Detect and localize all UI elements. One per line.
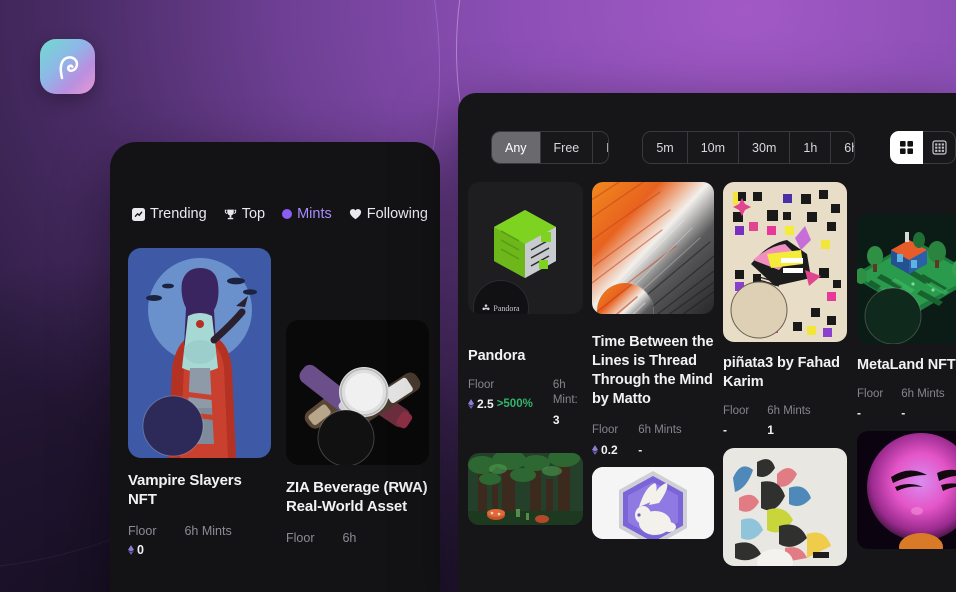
floor-label: Floor bbox=[128, 524, 157, 539]
mint-card-title: Time Between the Lines is Thread Through… bbox=[592, 334, 714, 407]
heart-icon bbox=[349, 208, 362, 220]
pandora-badge-label: Pandora bbox=[493, 303, 520, 313]
time-filter-6h[interactable]: 6h bbox=[831, 132, 855, 163]
phone-tab-top[interactable]: Top bbox=[224, 206, 265, 222]
pink-face-art[interactable] bbox=[857, 431, 956, 550]
pandora-glyph-icon bbox=[59, 55, 78, 79]
mint-card-grid: Pandora Pandora Floor 2.5 >500% 6h Mint:… bbox=[458, 182, 956, 567]
phone-tab-bar: Trending Top Mints Following bbox=[110, 142, 440, 222]
phone-tab-trending[interactable]: Trending bbox=[132, 206, 207, 222]
floor-change: >500% bbox=[496, 398, 533, 411]
pandora-green-cube-art: Pandora bbox=[468, 182, 583, 314]
phone-card-title: Vampire Slayers NFT bbox=[128, 472, 242, 509]
orange-streak-art bbox=[592, 182, 714, 314]
phone-tab-following[interactable]: Following bbox=[349, 206, 428, 222]
dot-icon bbox=[282, 209, 293, 219]
pixel-forest-art[interactable] bbox=[468, 452, 583, 525]
floor-value: 2.5 >500% bbox=[468, 397, 533, 411]
grid-dense-icon[interactable] bbox=[923, 131, 956, 164]
floor-label: Floor bbox=[857, 387, 884, 400]
mints-value: - bbox=[638, 442, 643, 457]
mint-card-pinata3[interactable]: piñata3 by Fahad Karim Floor - 6h Mints … bbox=[723, 182, 847, 567]
trending-chart-icon bbox=[132, 207, 145, 221]
metaland-isometric-art bbox=[857, 214, 956, 344]
time-filter-5m[interactable]: 5m bbox=[643, 132, 688, 163]
time-filter-1h[interactable]: 1h bbox=[790, 132, 832, 163]
mints-label: 6h Mints bbox=[184, 524, 232, 539]
floor-label: Floor bbox=[286, 531, 315, 546]
mints-label: 6h bbox=[342, 531, 357, 546]
price-filter-paid[interactable]: Paid bbox=[593, 132, 609, 163]
mint-card-title: MetaLand NFT bbox=[857, 357, 956, 373]
phone-preview-panel: Trending Top Mints Following Vampire Sla… bbox=[110, 142, 440, 592]
floor-value: 0.2 bbox=[592, 443, 618, 457]
mints-value: - bbox=[901, 406, 906, 421]
floor-label: Floor bbox=[723, 404, 750, 417]
time-filter-10m[interactable]: 10m bbox=[687, 132, 740, 163]
phone-tab-mints[interactable]: Mints bbox=[282, 206, 332, 222]
mint-card-title: Pandora bbox=[468, 348, 526, 364]
eth-icon bbox=[128, 544, 134, 555]
pinata3-generative-art bbox=[723, 182, 847, 342]
phone-tab-following-label: Following bbox=[366, 206, 428, 222]
zia-beverage-bottles-art: ? bbox=[286, 320, 429, 465]
price-filter-any[interactable]: Any bbox=[492, 132, 541, 163]
mints-value: 1 bbox=[767, 423, 774, 438]
mint-card-right-columns: piñata3 by Fahad Karim Floor - 6h Mints … bbox=[723, 182, 956, 567]
time-filter-group: 5m 10m 30m 1h 6h 24h bbox=[642, 131, 855, 164]
floor-label: Floor bbox=[468, 378, 495, 391]
phone-tab-mints-label: Mints bbox=[297, 206, 332, 222]
time-filter-30m[interactable]: 30m bbox=[739, 132, 791, 163]
phone-card-zia-beverage[interactable]: ? ZIA Beverage (RWA) Real-World Asset Fl… bbox=[286, 320, 429, 557]
mints-value: 3 bbox=[552, 412, 560, 427]
grid-large-icon[interactable] bbox=[890, 131, 923, 164]
floor-value: - bbox=[723, 423, 727, 438]
phone-card-title: ZIA Beverage (RWA) Real-World Asset bbox=[286, 479, 428, 516]
mint-card-pandora[interactable]: Pandora Pandora Floor 2.5 >500% 6h Mint:… bbox=[468, 182, 583, 566]
floor-value: 0 bbox=[128, 543, 156, 557]
floor-label: Floor bbox=[592, 424, 619, 437]
floor-value: - bbox=[857, 406, 861, 421]
mint-card-time-between-lines[interactable]: Time Between the Lines is Thread Through… bbox=[592, 182, 714, 566]
price-filter-free[interactable]: Free bbox=[540, 132, 594, 163]
app-logo[interactable] bbox=[40, 39, 95, 94]
trophy-icon bbox=[224, 208, 237, 221]
mint-card-stats: Floor 0.2 6h Mints - bbox=[592, 423, 714, 457]
view-toggle-group bbox=[890, 131, 956, 164]
abstract-painting-art[interactable] bbox=[723, 448, 847, 567]
phone-card-vampire-slayers[interactable]: Vampire Slayers NFT Floor 0 6h Mints bbox=[128, 248, 271, 557]
phone-card-grid: Vampire Slayers NFT Floor 0 6h Mints ZIA… bbox=[110, 222, 440, 557]
phone-card-stats: Floor 6h bbox=[286, 530, 429, 547]
mint-card-stats: Floor - 6h Mints - bbox=[857, 387, 956, 421]
mint-card-stats: Floor - 6h Mints 1 bbox=[723, 404, 847, 438]
vampire-slayers-art bbox=[128, 248, 271, 458]
price-filter-group: Any Free Paid bbox=[491, 131, 610, 164]
mints-label: 6h Mints bbox=[767, 404, 811, 417]
mints-label: 6h Mint: bbox=[552, 378, 578, 407]
eth-icon bbox=[468, 399, 474, 410]
rabbit-hexagon-art[interactable] bbox=[592, 466, 714, 539]
phone-tab-trending-label: Trending bbox=[150, 206, 207, 222]
phone-card-stats: Floor 0 6h Mints bbox=[128, 523, 271, 557]
mint-card-title: piñata3 by Fahad Karim bbox=[723, 355, 840, 390]
mint-card-stats: Floor 2.5 >500% 6h Mint: 3 bbox=[468, 378, 583, 427]
main-panel: Any Free Paid 5m 10m 30m 1h 6h 24h bbox=[458, 93, 956, 592]
filter-toolbar: Any Free Paid 5m 10m 30m 1h 6h 24h bbox=[458, 93, 956, 164]
mint-card-metaland-nft[interactable]: MetaLand NFT Floor - 6h Mints - bbox=[857, 182, 956, 566]
flower-icon bbox=[482, 304, 490, 311]
mints-label: 6h Mints bbox=[638, 424, 682, 437]
phone-tab-top-label: Top bbox=[241, 206, 266, 222]
eth-icon bbox=[592, 445, 598, 455]
mints-label: 6h Mints bbox=[901, 387, 945, 400]
